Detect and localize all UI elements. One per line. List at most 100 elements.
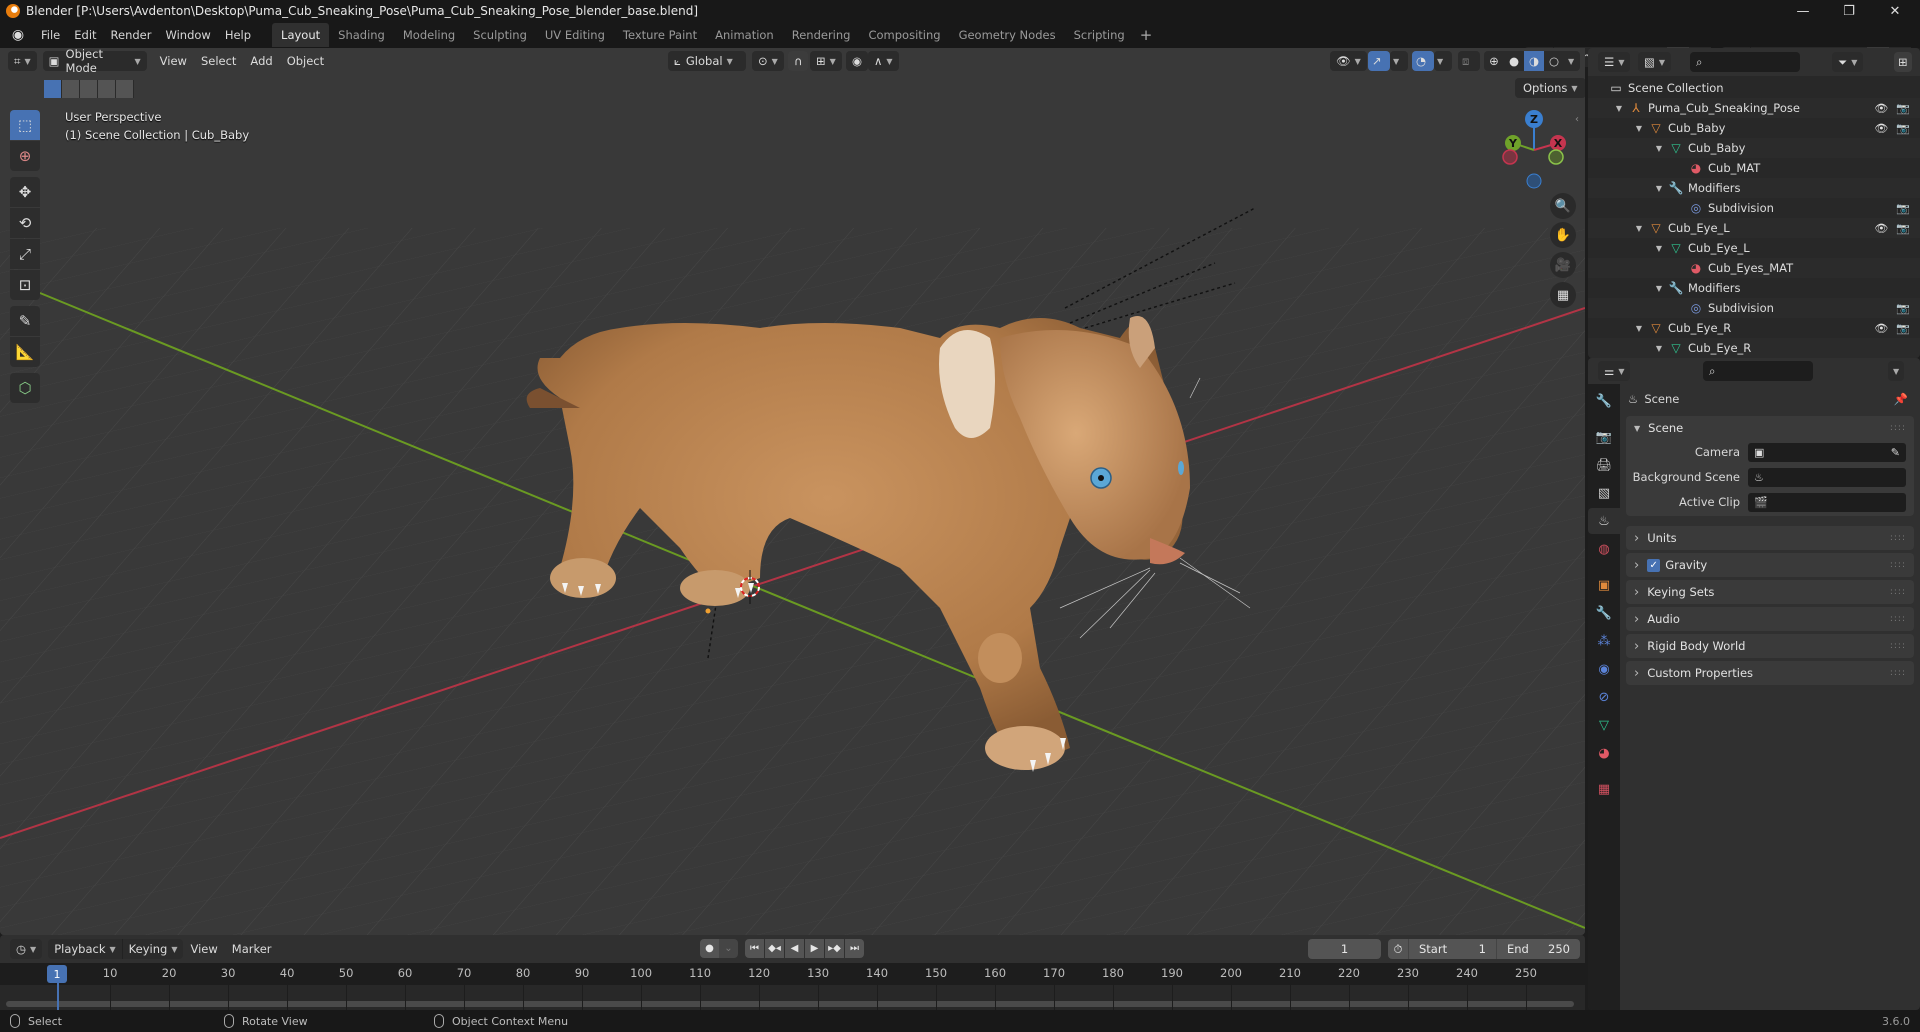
timeline-ruler[interactable]: 10 20 30 40 50 60 70 80 90 100 110 120 130 140 150 160 1… <box>0 963 1585 985</box>
menu-object[interactable]: Object <box>280 48 331 74</box>
tab-texture-properties[interactable]: ▦ <box>1588 776 1620 802</box>
expand-toggle-icon[interactable]: ▼ <box>1634 124 1644 133</box>
background-scene-field[interactable]: ♨ <box>1748 467 1906 487</box>
proportional-edit-toggle[interactable]: ◉ <box>846 51 869 71</box>
drag-handle-icon[interactable]: :::: <box>1890 614 1906 624</box>
keying-dropdown[interactable]: ⌄ <box>719 939 738 958</box>
tab-data-properties[interactable]: ▽ <box>1588 712 1620 738</box>
outliner-item[interactable]: ▼ ⅄ Puma_Cub_Sneaking_Pose 👁 📷 <box>1588 98 1920 118</box>
zoom-view-button[interactable]: 🔍 <box>1550 193 1576 219</box>
drag-handle-icon[interactable]: :::: <box>1890 668 1906 678</box>
outliner-item[interactable]: ◎ Subdivision 📷 <box>1588 298 1920 318</box>
tab-sculpting[interactable]: Sculpting <box>464 23 536 47</box>
tab-compositing[interactable]: Compositing <box>859 23 949 47</box>
tab-particles-properties[interactable]: ⁂ <box>1588 628 1620 654</box>
mode-selector[interactable]: ▣ Object Mode ▼ <box>42 48 147 75</box>
blender-menu-icon[interactable]: ◉ <box>10 27 26 43</box>
drag-handle-icon[interactable]: :::: <box>1890 560 1906 570</box>
select-invert-button[interactable] <box>98 80 116 98</box>
gizmo-toggle[interactable]: ↗ <box>1368 51 1390 71</box>
tab-scene-properties[interactable]: ♨ <box>1588 508 1620 534</box>
options-button[interactable]: Options ▼ <box>1515 78 1585 98</box>
outliner-item[interactable]: ▼ 🔧 Modifiers <box>1588 278 1920 298</box>
expand-toggle-icon[interactable]: ▼ <box>1654 284 1664 293</box>
area-divider[interactable] <box>1585 935 1588 1010</box>
panel-header[interactable]: › Custom Properties:::: <box>1626 661 1914 685</box>
jump-start-button[interactable]: ⏮ <box>745 939 764 958</box>
panel-keying-sets[interactable]: › Keying Sets:::: <box>1626 580 1914 604</box>
outliner-item[interactable]: ◎ Subdivision 📷 <box>1588 198 1920 218</box>
outliner-item[interactable]: ▼ 🔧 Modifiers <box>1588 178 1920 198</box>
menu-view[interactable]: View <box>153 48 194 74</box>
playback-menu[interactable]: Playback ▼ <box>48 939 122 959</box>
properties-editor-type[interactable]: ⚌ ▼ <box>1598 361 1631 381</box>
filter-button[interactable]: ⏷ ▼ <box>1832 52 1864 72</box>
panel-header[interactable]: › ✓ Gravity:::: <box>1626 553 1914 577</box>
panel-header[interactable]: › Keying Sets:::: <box>1626 580 1914 604</box>
tab-scripting[interactable]: Scripting <box>1065 23 1134 47</box>
pin-icon[interactable]: 📌 <box>1894 392 1908 406</box>
timeline-editor-type[interactable]: ◷ ▼ <box>10 939 43 959</box>
tab-render-properties[interactable]: 📷 <box>1588 424 1620 450</box>
editor-type-button[interactable]: ⌗ ▼ <box>8 51 37 71</box>
transform-tool[interactable]: ⊡ <box>10 270 40 300</box>
3d-viewport[interactable]: ⌗ ▼ ▣ Object Mode ▼ View Select Add Objec… <box>0 48 1585 935</box>
panel-units[interactable]: › Units:::: <box>1626 526 1914 550</box>
material-preview-button[interactable]: ◑ <box>1524 51 1544 71</box>
snap-toggle[interactable]: ∩ <box>788 51 809 71</box>
falloff-button[interactable]: ∧ ▼ <box>868 51 899 71</box>
expand-toggle-icon[interactable]: ▼ <box>1634 324 1644 333</box>
eye-icon[interactable]: 👁 <box>1874 222 1888 235</box>
rotate-tool[interactable]: ⟲ <box>10 208 40 238</box>
keying-menu[interactable]: Keying ▼ <box>121 939 184 959</box>
navigation-gizmo[interactable]: Z Y X <box>1490 100 1585 210</box>
camera-render-icon[interactable]: 📷 <box>1896 302 1910 315</box>
visibility-button[interactable]: 👁 ▼ <box>1330 51 1367 71</box>
select-intersect-button[interactable] <box>116 80 134 98</box>
camera-render-icon[interactable]: 📷 <box>1896 122 1910 135</box>
select-box-tool[interactable]: ⬚ <box>10 110 40 140</box>
play-reverse-button[interactable]: ◀ <box>785 939 804 958</box>
active-clip-field[interactable]: 🎬 <box>1748 492 1906 512</box>
shading-dropdown[interactable]: ▼ <box>1568 57 1574 66</box>
select-new-button[interactable] <box>44 80 62 98</box>
display-mode-button[interactable]: ▧ ▼ <box>1638 52 1672 72</box>
sidebar-toggle-icon[interactable]: ‹ <box>1575 114 1579 125</box>
overlays-toggle[interactable]: ◔ <box>1412 51 1434 71</box>
properties-search[interactable]: ⌕ <box>1703 361 1813 381</box>
outliner-item[interactable]: ▼ ▽ Cub_Eye_R 👁 📷 <box>1588 318 1920 338</box>
panel-custom-properties[interactable]: › Custom Properties:::: <box>1626 661 1914 685</box>
tab-world-properties[interactable]: ◍ <box>1588 536 1620 562</box>
solid-shading-button[interactable]: ● <box>1504 54 1524 68</box>
menu-add[interactable]: Add <box>243 48 279 74</box>
outliner-search[interactable]: ⌕ <box>1690 52 1800 72</box>
next-keyframe-button[interactable]: ▸◆ <box>825 939 844 958</box>
outliner-item[interactable]: ▭ Scene Collection <box>1588 78 1920 98</box>
tab-texture-paint[interactable]: Texture Paint <box>614 23 706 47</box>
menu-window[interactable]: Window <box>158 22 217 48</box>
tab-tool-properties[interactable]: 🔧 <box>1588 388 1620 414</box>
add-workspace-button[interactable]: + <box>1134 26 1159 44</box>
prev-keyframe-button[interactable]: ◆◂ <box>765 939 784 958</box>
timeline-menu-view[interactable]: View <box>183 936 224 962</box>
tab-constraints-properties[interactable]: ⊘ <box>1588 684 1620 710</box>
scale-tool[interactable]: ⤢ <box>10 239 40 269</box>
expand-toggle-icon[interactable]: ▼ <box>1614 104 1624 113</box>
measure-tool[interactable]: 📐 <box>10 337 40 367</box>
tab-layout[interactable]: Layout <box>272 23 330 47</box>
end-frame-field[interactable]: End 250 <box>1496 939 1580 959</box>
start-frame-field[interactable]: Start 1 <box>1408 939 1496 959</box>
tab-output-properties[interactable]: 🖨 <box>1588 452 1620 478</box>
tab-shading[interactable]: Shading <box>329 23 394 47</box>
new-collection-button[interactable]: ⊞ <box>1894 52 1912 72</box>
current-frame-field[interactable]: 1 <box>1308 939 1381 959</box>
pivot-point-button[interactable]: ⊙ ▼ <box>752 51 784 71</box>
tab-uv-editing[interactable]: UV Editing <box>536 23 614 47</box>
play-button[interactable]: ▶ <box>805 939 824 958</box>
gizmo-dropdown[interactable]: ▼ <box>1390 51 1408 71</box>
jump-end-button[interactable]: ⏭ <box>845 939 864 958</box>
camera-render-icon[interactable]: 📷 <box>1896 322 1910 335</box>
eye-icon[interactable]: 👁 <box>1874 122 1888 135</box>
drag-handle-icon[interactable]: :::: <box>1890 533 1906 543</box>
tab-animation[interactable]: Animation <box>706 23 783 47</box>
